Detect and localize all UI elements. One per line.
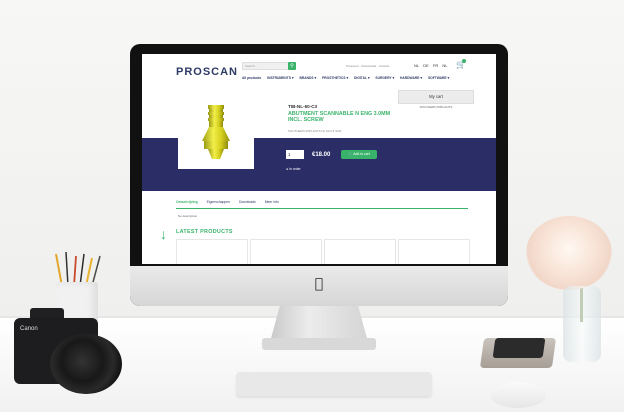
arrow-down-icon: ↓ [160,226,167,242]
my-cart-button[interactable]: My cart [398,90,474,104]
website-screen: PROSCAN Search... ⚲ Prosceed · Downloads… [142,54,496,264]
pencils-icon [55,251,101,287]
product-image [178,97,254,169]
main-nav: All products INSTRUMENTS ▾ BRANDS ▾ PROS… [242,76,454,80]
mouse [490,382,546,408]
product-card[interactable] [250,239,322,264]
product-title: ABUTMENT SCANNABLE N ENG 3.0MM INCL. SCR… [288,111,391,124]
keyboard [236,372,432,396]
lang-nl[interactable]: NL [414,63,419,68]
nav-surgery[interactable]: SURGERY ▾ [375,76,394,80]
product-card[interactable] [398,239,470,264]
abutment-icon [202,105,230,159]
monitor-stand [270,306,368,342]
nav-all-products[interactable]: All products [242,76,261,80]
site-logo[interactable]: PROSCAN [176,66,238,78]
lang-fr[interactable]: FR [433,63,438,68]
tab-downloads[interactable]: Downloads [239,200,256,204]
apple-logo-icon:  [312,276,326,292]
nav-digital[interactable]: DIGITAL ▾ [354,76,369,80]
nav-brands[interactable]: BRANDS ▾ [299,76,316,80]
language-switch: NL DE FR NL [414,63,451,68]
add-to-cart-button[interactable]: 🛒 Add to cart [341,150,377,159]
search-button[interactable]: ⚲ [288,62,296,70]
stock-status: ● In order [286,167,301,171]
glass-vase [563,286,601,362]
search-input[interactable]: Search... [242,62,294,70]
nav-software[interactable]: SOFTWARE ▾ [428,76,449,80]
add-to-cart-label: Add to cart [353,152,370,156]
camera-brand: Canon [20,326,38,332]
tab-more-info[interactable]: Meer info [265,200,279,204]
flower [526,216,612,290]
product-description: SOUTHERN IMPLANTS NL 60-C3 SCR [288,129,342,133]
tab-description[interactable]: Omschrijving [176,200,198,204]
tab-properties[interactable]: Eigenschappen [207,200,230,204]
camera-lens [50,334,122,394]
lang-nl-2[interactable]: NL [442,63,447,68]
product-card[interactable] [176,239,248,264]
product-sku: TIB-NL-60-C3 [288,104,318,109]
cart-note: SOUTHERN IMPLANTS [419,105,453,109]
monitor-stand-foot [262,338,376,350]
pencils [52,250,104,287]
phone [492,338,546,358]
product-card[interactable] [324,239,396,264]
nav-prosthetics[interactable]: PROSTHETICS ▾ [322,76,348,80]
product-price: €18.00 [312,152,331,158]
lang-de[interactable]: DE [423,63,429,68]
product-tabs: Omschrijving Eigenschappen Downloads Mee… [176,200,468,209]
top-links[interactable]: Prosceed · Downloads · Contact [346,64,389,68]
nav-hardware[interactable]: HARDWARE ▾ [400,76,422,80]
nav-instruments[interactable]: INSTRUMENTS ▾ [267,76,293,80]
tab-content: No description [178,214,198,218]
latest-products-heading: LATEST PRODUCTS [176,229,233,235]
quantity-input[interactable]: 1 [286,150,304,159]
cart-badge [462,59,466,63]
stock-label: In order [289,167,301,171]
